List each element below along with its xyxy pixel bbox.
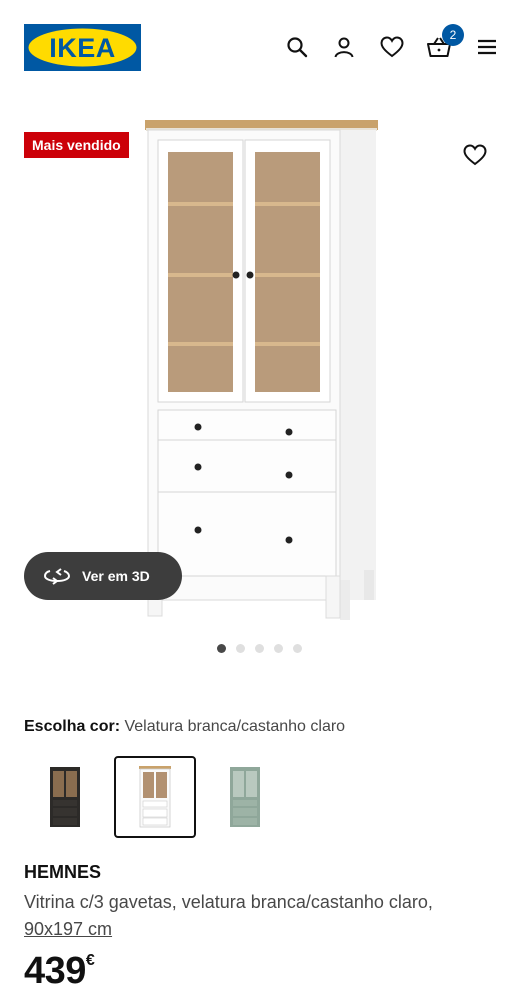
add-to-favorites-heart-icon[interactable] (460, 140, 490, 170)
color-swatches (24, 756, 286, 838)
selected-color-value: Velatura branca/castanho claro (124, 718, 346, 735)
view-in-3d-button[interactable]: Ver em 3D (24, 552, 182, 600)
carousel-dot[interactable] (255, 644, 264, 653)
logo-graphic: IKEA (24, 24, 141, 71)
image-carousel-dots (217, 644, 302, 653)
rotate-3d-icon (44, 568, 70, 585)
best-seller-badge: Mais vendido (24, 132, 129, 158)
swatch-grey-green[interactable] (204, 756, 286, 838)
user-icon[interactable] (331, 34, 357, 60)
carousel-dot[interactable] (293, 644, 302, 653)
product-name: HEMNES (24, 862, 102, 882)
product-price: 439€ (24, 950, 95, 993)
product-image[interactable] (140, 110, 385, 630)
view-in-3d-label: Ver em 3D (82, 568, 150, 584)
carousel-dot[interactable] (217, 644, 226, 653)
carousel-dot[interactable] (274, 644, 283, 653)
menu-icon[interactable] (474, 34, 500, 60)
color-chooser-heading: Escolha cor: (24, 718, 121, 735)
product-size-link[interactable]: 90x197 cm (24, 919, 112, 939)
logo-text: IKEA (49, 33, 116, 63)
product-description: Vitrina c/3 gavetas, velatura branca/cas… (24, 892, 433, 912)
cart-count-badge: 2 (442, 24, 464, 46)
price-currency: € (85, 952, 95, 969)
price-amount: 439 (24, 950, 86, 992)
wishlist-heart-icon[interactable] (379, 34, 405, 60)
color-chooser-label: Escolha cor: Velatura branca/castanho cl… (24, 718, 345, 736)
product-description-block: Vitrina c/3 gavetas, velatura branca/cas… (24, 889, 504, 943)
ikea-logo[interactable]: IKEA (24, 24, 141, 71)
site-header: IKEA 2 (0, 0, 523, 95)
swatch-white-light-brown[interactable] (114, 756, 196, 838)
carousel-dot[interactable] (236, 644, 245, 653)
swatch-black-brown[interactable] (24, 756, 106, 838)
search-icon[interactable] (284, 34, 310, 60)
